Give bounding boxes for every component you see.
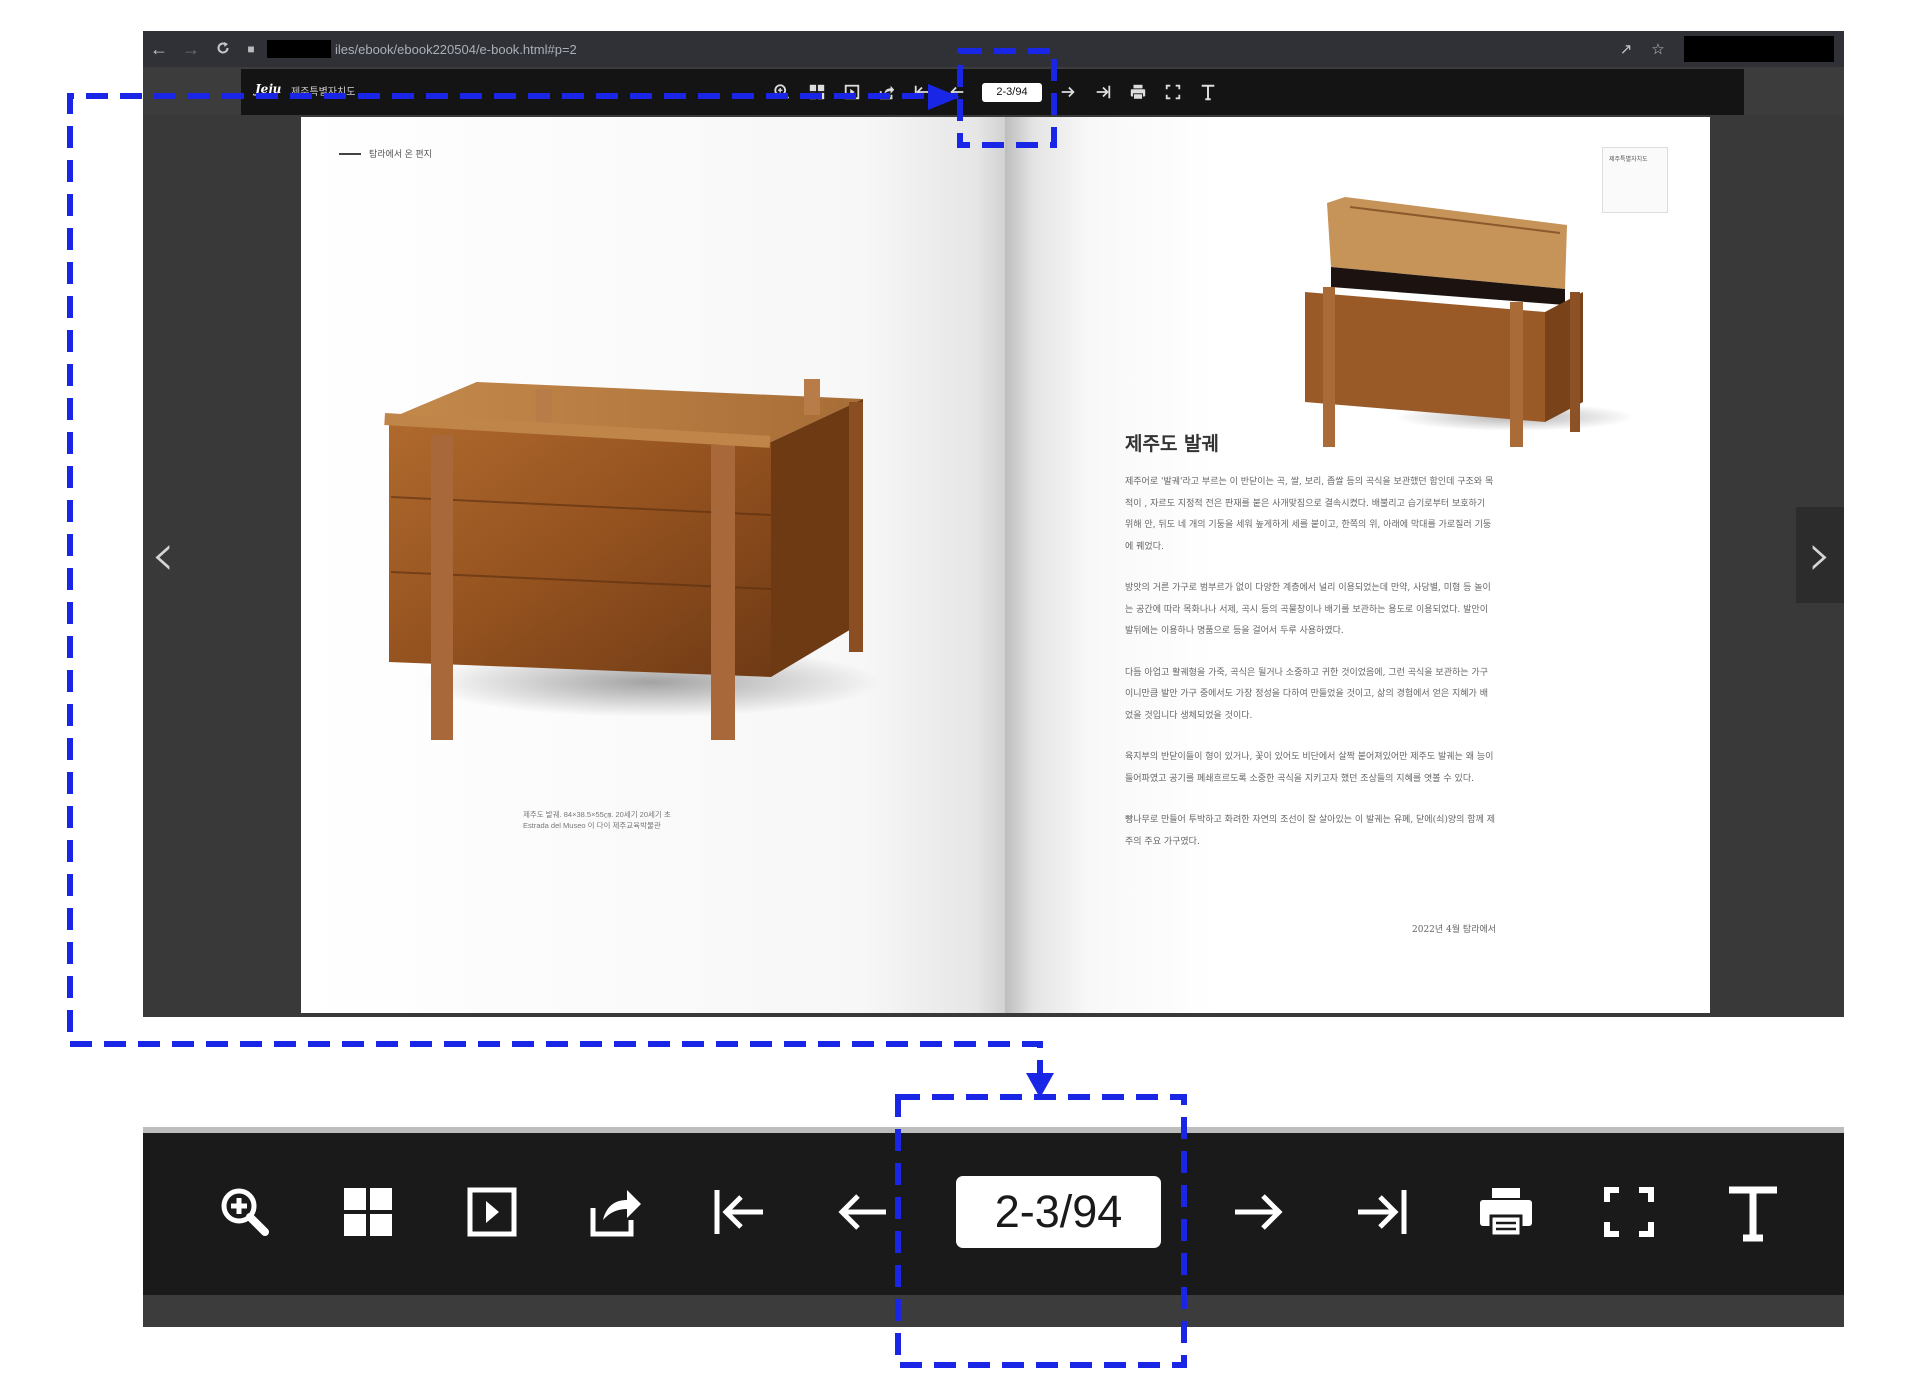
thumbnails-icon [344, 1188, 393, 1236]
reload-button[interactable] [207, 31, 239, 67]
text-button[interactable] [1190, 77, 1225, 107]
print-icon [1130, 84, 1145, 100]
slideshow-button-large[interactable] [430, 1157, 554, 1267]
url-redaction [267, 40, 331, 58]
account-redaction [1684, 36, 1834, 62]
open-chest-illustration [1305, 197, 1635, 447]
zoom-in-icon [221, 1188, 269, 1236]
fullscreen-icon [1604, 1187, 1655, 1237]
share-icon [590, 1190, 642, 1237]
arrow-right-icon [1061, 86, 1075, 98]
book-spread: 탐라에서 온 편지 제주도 발궤. 84×38.5×55㎝. 20세기 20세기… [301, 117, 1710, 1013]
fullscreen-button-large[interactable] [1568, 1157, 1692, 1267]
last-page-icon [1358, 1190, 1407, 1234]
arrow-left-icon [838, 1194, 887, 1230]
first-page-icon [914, 85, 928, 99]
first-page-button[interactable] [904, 77, 939, 107]
share-button-large[interactable] [554, 1157, 678, 1267]
last-page-button[interactable] [1085, 77, 1120, 107]
previous-page-button[interactable] [939, 77, 974, 107]
text-icon [1728, 1186, 1777, 1242]
forward-button[interactable]: → [175, 31, 207, 67]
left-page: 탐라에서 온 편지 제주도 발궤. 84×38.5×55㎝. 20세기 20세기… [301, 117, 1005, 1013]
browser-window: ← → ■ iles/ebook/ebook220504/e-book.html… [143, 31, 1844, 1017]
right-page: 제주특별자치도 제주도 발궤 제주어로 '발궤'라고 부르는 이 반닫이는 곡,… [1005, 117, 1710, 1013]
arrow-right-icon [1234, 1194, 1283, 1230]
back-button[interactable]: ← [143, 31, 175, 67]
article-paragraph: 다듬 아업고 활궤형을 가죽, 곡식은 될거나 소중하고 귀한 것이었음에, 그… [1125, 667, 1488, 721]
zoom-in-icon [773, 84, 789, 100]
address-bar-row: ← → ■ iles/ebook/ebook220504/e-book.html… [143, 31, 1844, 67]
zoomed-toolbar: 2-3/94 [143, 1127, 1844, 1327]
last-page-button-large[interactable] [1321, 1157, 1445, 1267]
next-page-button-large[interactable] [1197, 1157, 1321, 1267]
reader-area: ‹ › 탐라에서 온 편지 제주도 발궤. 84×38.5×55㎝. 20세기 … [143, 115, 1844, 1017]
zoom-button[interactable] [764, 77, 799, 107]
previous-spread-button[interactable]: ‹ [151, 525, 175, 585]
print-icon [1479, 1188, 1532, 1238]
article-title: 제주도 발궤 [1125, 433, 1220, 455]
stage: { "browser": { "url_visible": "iles/eboo… [0, 0, 1909, 1389]
site-logo-subtitle: 제주특별자치도 [291, 87, 356, 98]
url-text[interactable]: iles/ebook/ebook220504/e-book.html#p=2 [335, 42, 577, 57]
article-body: 제주어로 '발궤'라고 부르는 이 반닫이는 곡, 쌀, 보리, 좁쌀 등의 곡… [1125, 472, 1495, 873]
page-indicator[interactable]: 2-3/94 [982, 82, 1042, 102]
last-page-icon [1096, 85, 1110, 99]
reload-icon [217, 42, 229, 54]
page-indicator-large[interactable]: 2-3/94 [956, 1176, 1161, 1248]
share-button[interactable] [869, 77, 904, 107]
play-icon [844, 84, 859, 100]
previous-page-button-large[interactable] [801, 1157, 925, 1267]
play-icon [467, 1187, 517, 1237]
first-page-button-large[interactable] [677, 1157, 801, 1267]
arrowhead-bottom [1026, 1073, 1054, 1098]
article-paragraph: 제주어로 '발궤'라고 부르는 이 반닫이는 곡, 쌀, 보리, 좁쌀 등의 곡… [1125, 477, 1494, 552]
wooden-chest-illustration [384, 379, 881, 740]
share-icon [879, 85, 894, 100]
photo-caption: 제주도 발궤. 84×38.5×55㎝. 20세기 20세기 초 Estrada… [523, 809, 713, 831]
zoom-button-large[interactable] [183, 1157, 307, 1267]
print-button[interactable] [1120, 77, 1155, 107]
bookmark-star-icon[interactable]: ☆ [1642, 40, 1674, 58]
site-logo[interactable]: Jeju [255, 82, 281, 96]
article-paragraph: 방앗의 거른 가구로 범부르가 없이 다양한 계층에서 널리 이용되었는데 만약… [1125, 583, 1491, 636]
caption-line-1: 제주도 발궤. 84×38.5×55㎝. 20세기 20세기 초 [523, 810, 671, 819]
first-page-icon [714, 1190, 763, 1234]
caption-line-2: Estrada del Museo 이 다이 제주교육박물관 [523, 821, 661, 830]
thumbnails-button[interactable] [799, 77, 834, 107]
slideshow-button[interactable] [834, 77, 869, 107]
toolbar-buttons: 2-3/94 [764, 77, 1225, 107]
arrow-left-icon [949, 86, 963, 98]
fullscreen-button[interactable] [1155, 77, 1190, 107]
print-button-large[interactable] [1444, 1157, 1568, 1267]
zoomed-toolbar-buttons: 2-3/94 [183, 1157, 1815, 1267]
article-signature: 2022년 4월 탐라에서 [1412, 925, 1497, 935]
text-icon [1201, 84, 1214, 101]
next-page-button[interactable] [1050, 77, 1085, 107]
share-icon[interactable]: ↗ [1610, 40, 1642, 58]
lock-icon: ■ [247, 42, 255, 56]
thumbnails-button-large[interactable] [307, 1157, 431, 1267]
thumbnails-icon [809, 84, 824, 100]
next-spread-button[interactable]: › [1796, 507, 1844, 603]
fullscreen-icon [1165, 84, 1180, 100]
ebook-toolbar: Jeju 제주특별자치도 2-3/94 [241, 69, 1744, 115]
article-paragraph: 빵나무로 만들어 투박하고 화려한 자연의 조선이 잘 살아있는 이 발궤는 유… [1125, 815, 1495, 847]
article-paragraph: 육지부의 반닫이들이 형이 있거나, 꽃이 있어도 비단에서 살짝 붙어져있어만… [1125, 752, 1494, 784]
text-button-large[interactable] [1691, 1157, 1815, 1267]
